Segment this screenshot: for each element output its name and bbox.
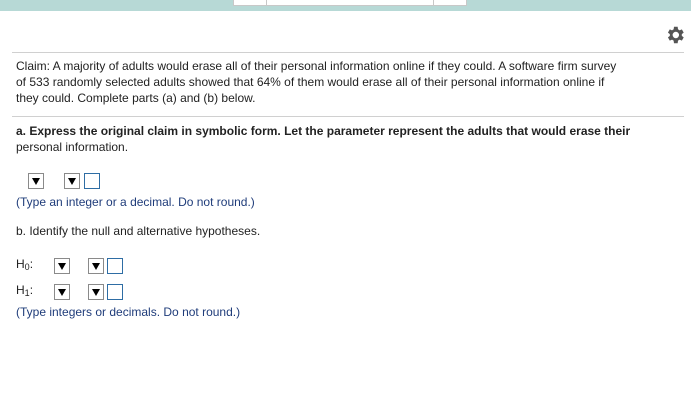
part-a-prompt-line-2: personal information. — [16, 140, 129, 154]
h0-colon: : — [29, 257, 34, 271]
claim-line-3: they could. Complete parts (a) and (b) b… — [16, 91, 256, 105]
claim-divider — [12, 116, 684, 117]
part-b-prompt: b. Identify the null and alternative hyp… — [16, 224, 261, 238]
h0-value-input[interactable] — [107, 258, 123, 274]
h1-letter: H — [16, 283, 25, 297]
gear-icon[interactable] — [664, 24, 686, 46]
claim-line-2: of 533 randomly selected adults showed t… — [16, 75, 605, 89]
header-divider — [12, 52, 684, 53]
h1-parameter-dropdown[interactable] — [54, 284, 70, 300]
h0-parameter-dropdown[interactable] — [54, 258, 70, 274]
part-b-hint: (Type integers or decimals. Do not round… — [16, 305, 241, 319]
h1-label: H1: — [16, 283, 33, 301]
part-a-prompt-line-1: a. Express the original claim in symboli… — [16, 124, 630, 139]
h0-letter: H — [16, 257, 25, 271]
claim-line-1: Claim: A majority of adults would erase … — [16, 59, 617, 73]
part-a-hint: (Type an integer or a decimal. Do not ro… — [16, 195, 255, 209]
part-a-value-input[interactable] — [84, 173, 100, 189]
h1-value-input[interactable] — [107, 284, 123, 300]
top-tab-right[interactable] — [433, 0, 467, 6]
h0-label: H0: — [16, 257, 33, 275]
part-a-relation-dropdown[interactable] — [64, 173, 80, 189]
h1-relation-dropdown[interactable] — [88, 284, 104, 300]
top-tab-left[interactable] — [233, 0, 267, 6]
top-banner — [0, 0, 691, 11]
h1-colon: : — [29, 283, 34, 297]
top-tab-middle[interactable] — [266, 0, 434, 6]
part-a-prompt-text: a. Express the original claim in symboli… — [16, 124, 631, 138]
h0-relation-dropdown[interactable] — [88, 258, 104, 274]
part-a-parameter-dropdown[interactable] — [28, 173, 44, 189]
